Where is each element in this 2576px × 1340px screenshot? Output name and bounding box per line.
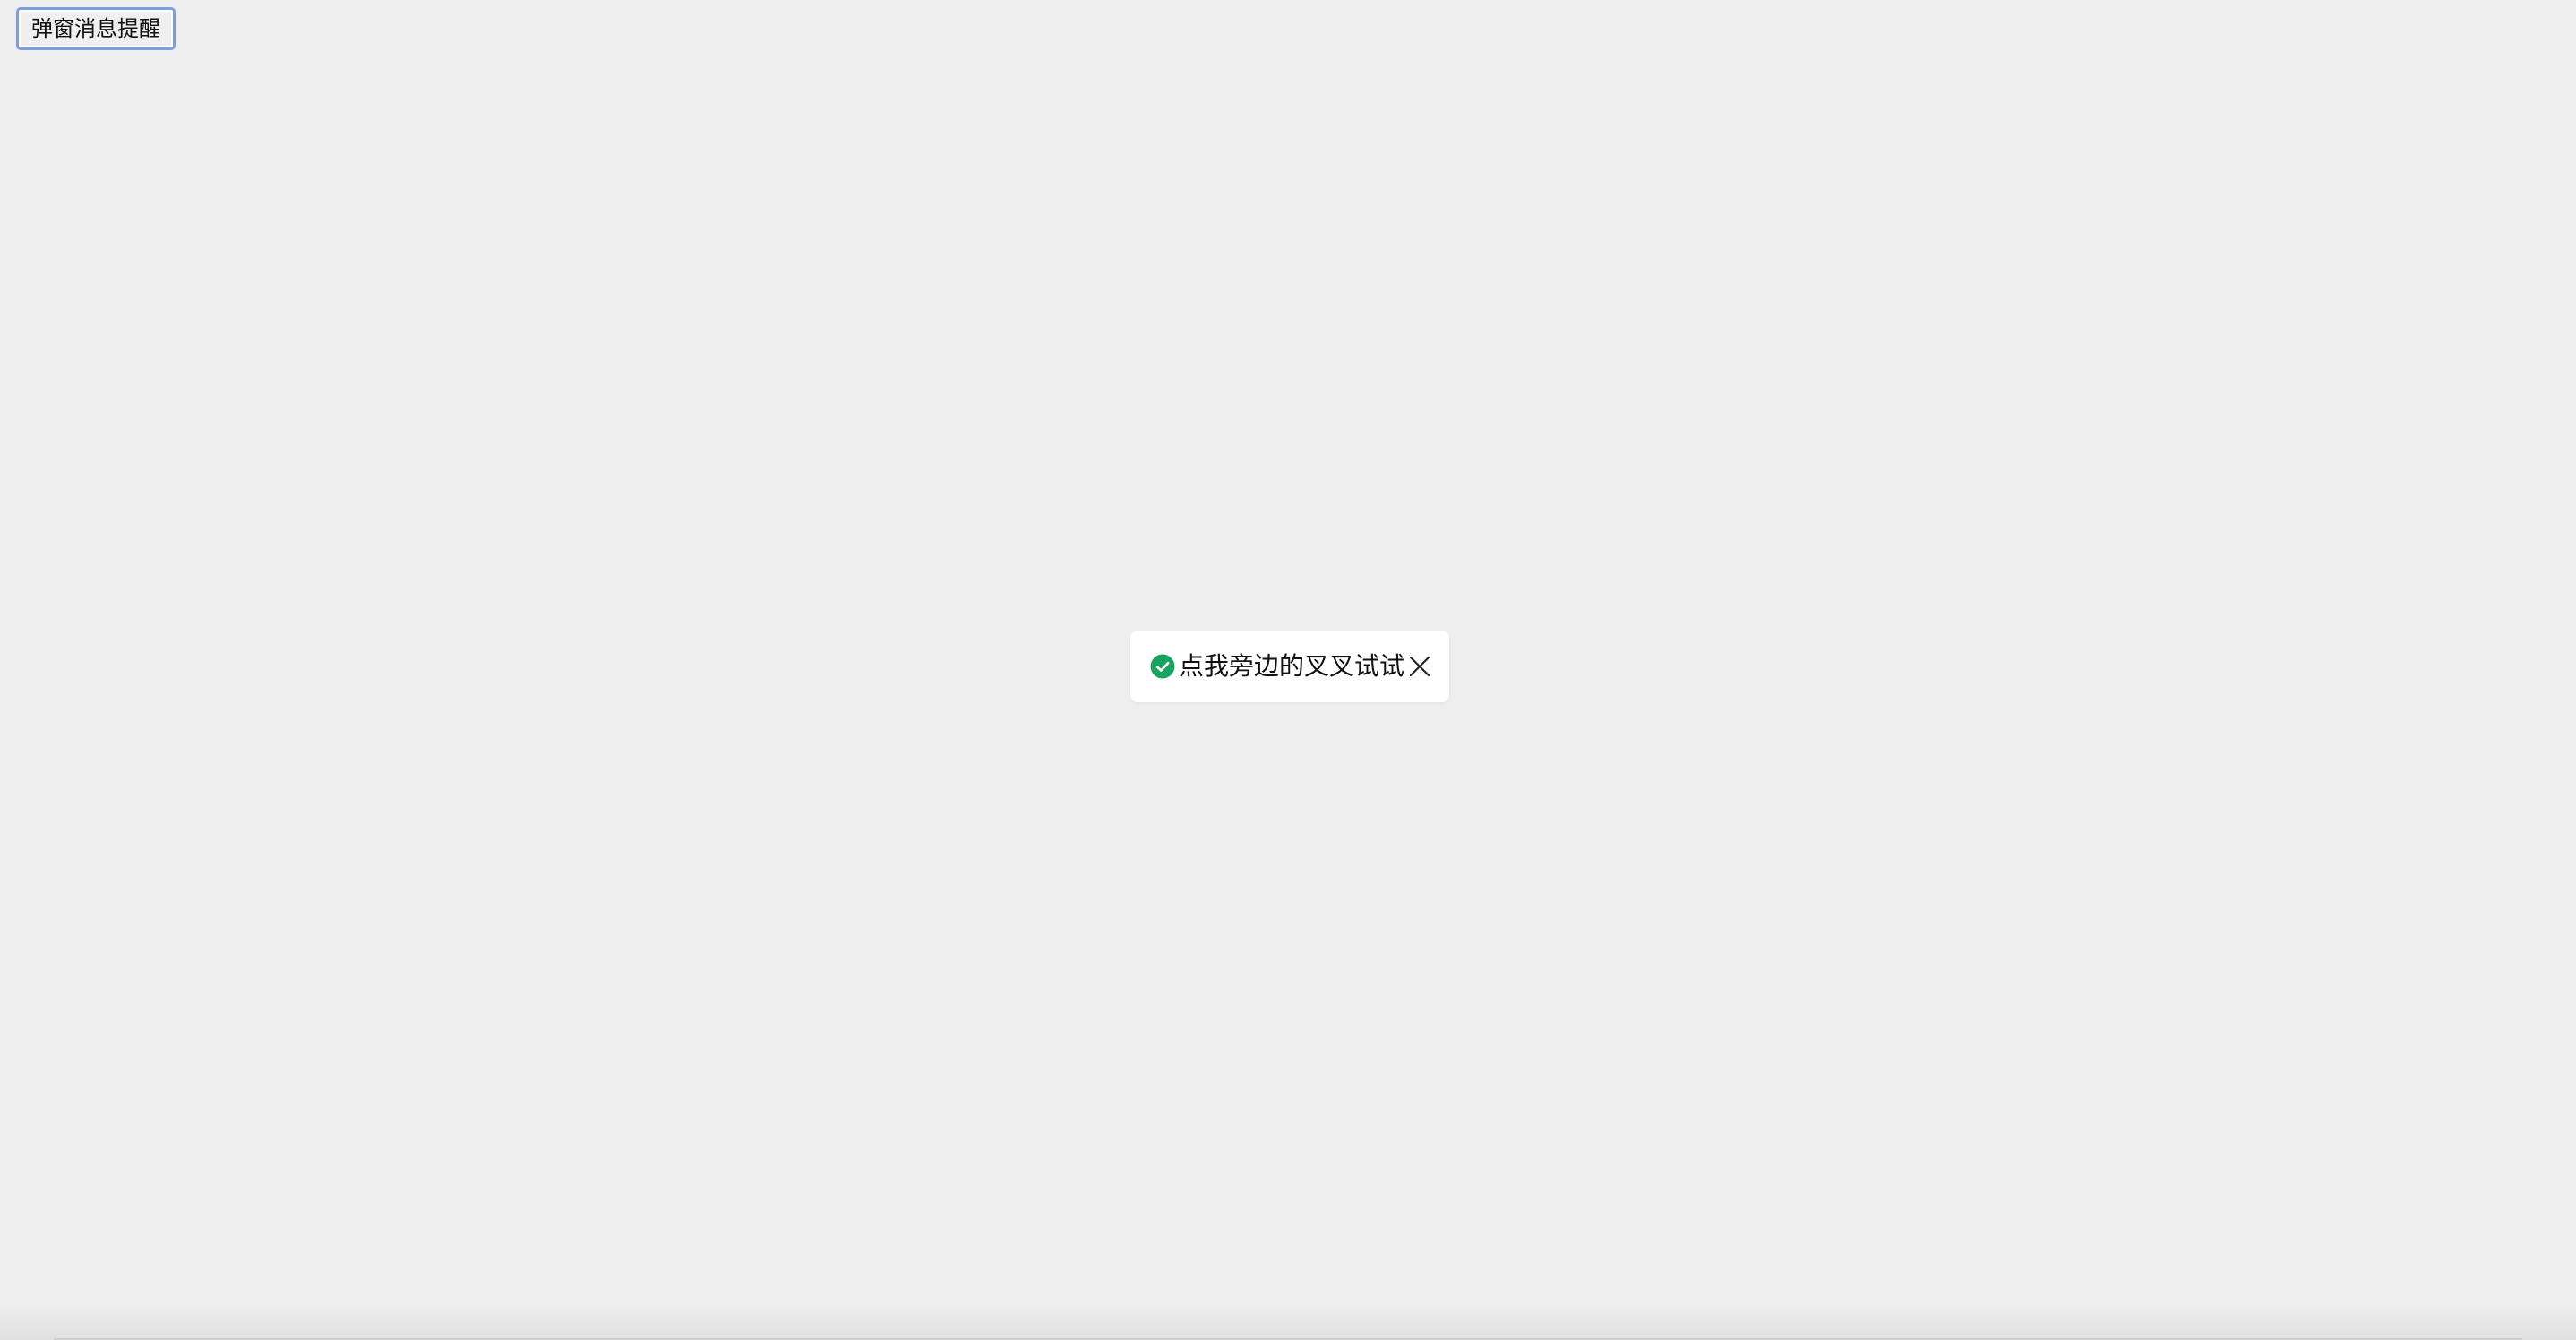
toast-text: 点我旁边的叉叉试试 bbox=[1179, 651, 1405, 681]
toast-message: 点我旁边的叉叉试试 bbox=[1130, 631, 1449, 702]
success-check-icon bbox=[1150, 654, 1175, 679]
window-bottom-shadow bbox=[0, 1304, 2576, 1340]
close-icon[interactable] bbox=[1408, 655, 1431, 678]
popup-message-button[interactable]: 弹窗消息提醒 bbox=[16, 7, 176, 50]
